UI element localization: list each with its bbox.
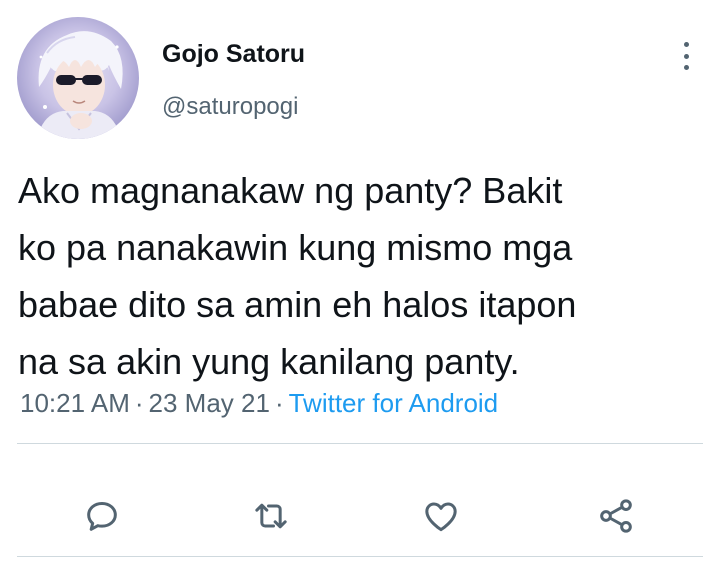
heart-icon xyxy=(425,502,457,532)
display-name[interactable]: Gojo Satoru xyxy=(162,40,305,69)
like-button[interactable] xyxy=(413,488,469,544)
reply-icon xyxy=(87,502,117,531)
meta-separator: · xyxy=(274,388,284,418)
meta-separator: · xyxy=(134,388,144,418)
avatar[interactable] xyxy=(17,17,139,139)
more-options-button[interactable] xyxy=(672,38,700,74)
share-icon xyxy=(600,499,632,533)
retweet-icon xyxy=(255,503,287,529)
divider xyxy=(17,443,703,444)
divider xyxy=(17,556,703,557)
user-handle[interactable]: @saturopogi xyxy=(162,93,298,121)
retweet-button[interactable] xyxy=(243,488,299,544)
tweet-date[interactable]: 23 May 21 xyxy=(149,388,270,418)
tweet-time[interactable]: 10:21 AM xyxy=(20,388,130,418)
reply-button[interactable] xyxy=(74,488,130,544)
tweet-text: Ako magnanakaw ng panty? Bakit ko pa nan… xyxy=(18,170,577,382)
more-dot-icon xyxy=(683,42,689,47)
avatar-image xyxy=(37,31,123,139)
tweet-meta: 10:21 AM · 23 May 21 · Twitter for Android xyxy=(20,388,498,419)
more-dot-icon xyxy=(683,65,689,70)
tweet-source-link[interactable]: Twitter for Android xyxy=(289,388,499,418)
action-bar xyxy=(0,488,720,544)
share-button[interactable] xyxy=(588,488,644,544)
more-dot-icon xyxy=(683,53,689,59)
